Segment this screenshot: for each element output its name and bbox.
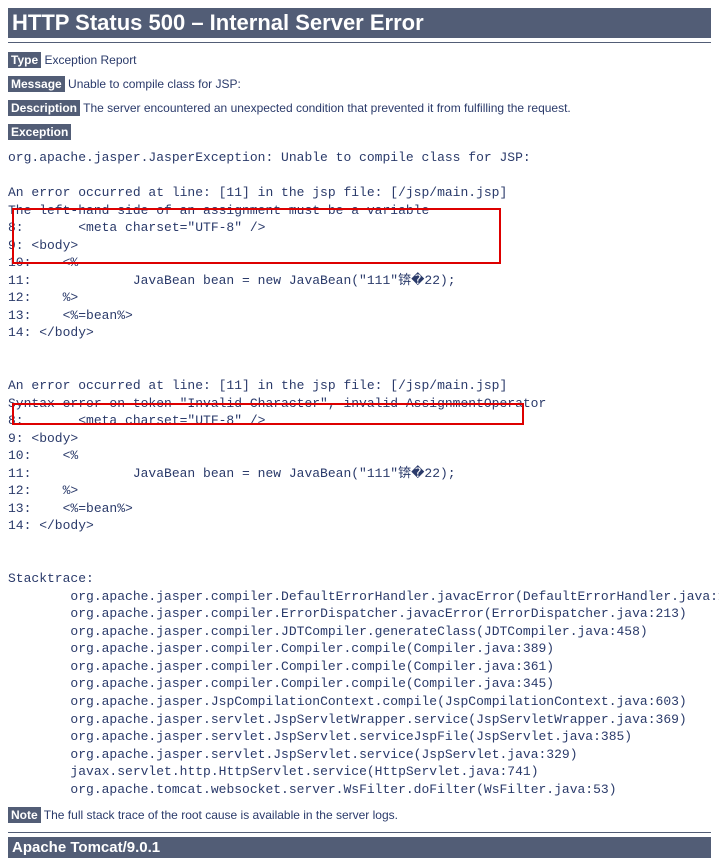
note-value: The full stack trace of the root cause i… <box>44 808 398 822</box>
page-title: HTTP Status 500 – Internal Server Error <box>8 8 711 38</box>
divider <box>8 42 711 43</box>
exception-label: Exception <box>8 124 71 140</box>
footer-bar: Apache Tomcat/9.0.1 <box>8 837 711 858</box>
type-label: Type <box>8 52 41 68</box>
type-value: Exception Report <box>44 53 136 67</box>
description-value: The server encountered an unexpected con… <box>83 101 571 115</box>
note-row: Note The full stack trace of the root ca… <box>8 808 711 822</box>
exception-block: org.apache.jasper.JasperException: Unabl… <box>8 149 711 798</box>
note-label: Note <box>8 807 41 823</box>
message-row: Message Unable to compile class for JSP: <box>8 77 711 91</box>
exception-row: Exception <box>8 125 711 139</box>
description-label: Description <box>8 100 80 116</box>
description-row: Description The server encountered an un… <box>8 101 711 115</box>
divider-bottom <box>8 832 711 833</box>
type-row: Type Exception Report <box>8 53 711 67</box>
message-value: Unable to compile class for JSP: <box>68 77 241 91</box>
message-label: Message <box>8 76 65 92</box>
error-page: HTTP Status 500 – Internal Server Error … <box>8 8 711 858</box>
